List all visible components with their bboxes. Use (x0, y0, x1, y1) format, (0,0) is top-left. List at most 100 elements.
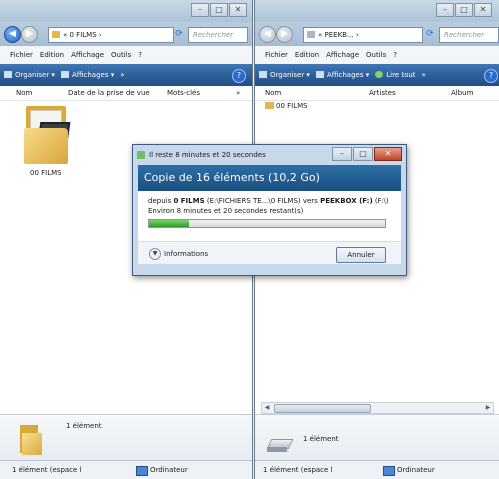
left-command-bar: Organiser ▾ Affichages ▾ » ? (0, 64, 252, 86)
minimize-icon[interactable]: – (436, 3, 454, 17)
address-text: « PEEKB... › (318, 31, 359, 39)
right-status-text: 1 élément (espace l (263, 466, 333, 474)
right-address-bar: ◀ ▶ « PEEKB... › ⟳ Rechercher (255, 22, 499, 46)
menu-fichier[interactable]: Fichier (10, 51, 33, 59)
menu-edition[interactable]: Edition (295, 51, 319, 59)
folder-icon (52, 31, 60, 38)
dialog-title: Il reste 8 minutes et 20 secondes (149, 151, 266, 159)
address-text: « 0 FILMS › (63, 31, 102, 39)
maximize-icon[interactable]: □ (210, 3, 228, 17)
column-album[interactable]: Album (451, 86, 473, 100)
organiser-button[interactable]: Organiser ▾ (259, 71, 310, 79)
organiser-button[interactable]: Organiser ▾ (4, 71, 55, 79)
cancel-button[interactable]: Annuler (336, 247, 386, 263)
left-status-location: Ordinateur (150, 466, 188, 474)
drive-icon (266, 439, 294, 453)
close-icon[interactable]: ✕ (374, 147, 402, 161)
menu-affichage[interactable]: Affichage (71, 51, 104, 59)
left-folder-label[interactable]: 00 FILMS (30, 169, 62, 177)
left-search-input[interactable]: Rechercher (188, 27, 248, 43)
refresh-icon[interactable]: ⟳ (172, 27, 186, 41)
maximize-icon[interactable]: □ (353, 147, 373, 161)
copy-progress-dialog: Il reste 8 minutes et 20 secondes – □ ✕ … (132, 144, 407, 276)
column-more[interactable]: » (236, 86, 240, 100)
copy-source-dest: depuis 0 FILMS (E:\FICHIERS TE...\0 FILM… (148, 197, 389, 205)
right-folder-label: 00 FILMS (276, 102, 308, 110)
from-label: depuis (148, 197, 172, 205)
folder-icon (20, 425, 42, 455)
menu-edition[interactable]: Edition (40, 51, 64, 59)
horizontal-scrollbar[interactable]: ◀ ▶ (261, 402, 494, 414)
computer-icon (136, 466, 148, 476)
play-all-label: Lire tout (386, 71, 416, 79)
more-commands-button[interactable]: » (120, 71, 124, 79)
right-column-header: Nom Artistes Album (255, 86, 499, 101)
left-menu-bar: Fichier Edition Affichage Outils ? (0, 46, 252, 65)
more-commands-button[interactable]: » (422, 71, 426, 79)
forward-arrow-icon[interactable]: ▶ (21, 26, 38, 43)
column-nom[interactable]: Nom (265, 86, 281, 100)
left-status-text: 1 élément (espace l (12, 466, 82, 474)
column-keywords[interactable]: Mots-clés (167, 86, 200, 100)
menu-help[interactable]: ? (393, 51, 397, 59)
left-status-bar: 1 élément (espace l Ordinateur (0, 460, 252, 479)
folder-icon (265, 102, 274, 109)
close-icon[interactable]: ✕ (474, 3, 492, 17)
back-arrow-icon[interactable]: ◀ (4, 26, 21, 43)
folder-large-icon[interactable] (24, 104, 71, 164)
minimize-icon[interactable]: – (332, 147, 352, 161)
play-all-button[interactable]: Lire tout (375, 71, 416, 79)
menu-outils[interactable]: Outils (366, 51, 386, 59)
right-details-pane: 1 élément (255, 414, 499, 461)
views-icon (60, 71, 69, 78)
right-address-field[interactable]: « PEEKB... › (303, 27, 423, 43)
destination-path: (F:\) (374, 197, 389, 205)
back-arrow-icon[interactable]: ◀ (259, 26, 276, 43)
menu-fichier[interactable]: Fichier (265, 51, 288, 59)
copy-progress-bar (148, 219, 386, 228)
left-title-bar[interactable]: – □ ✕ (0, 0, 252, 22)
affichages-button[interactable]: Affichages ▾ (315, 71, 370, 79)
right-status-bar: 1 élément (espace l Ordinateur (255, 460, 499, 479)
dialog-heading: Copie de 16 éléments (10,2 Go) (138, 165, 401, 191)
left-window-controls: – □ ✕ (190, 3, 247, 17)
help-icon[interactable]: ? (232, 69, 246, 83)
scrollbar-thumb[interactable] (274, 404, 371, 413)
menu-outils[interactable]: Outils (111, 51, 131, 59)
dialog-title-bar[interactable]: Il reste 8 minutes et 20 secondes – □ ✕ (133, 145, 406, 165)
left-address-field[interactable]: « 0 FILMS › (48, 27, 174, 43)
views-icon (315, 71, 324, 78)
minimize-icon[interactable]: – (191, 3, 209, 17)
affichages-button[interactable]: Affichages ▾ (60, 71, 114, 79)
play-icon (375, 71, 384, 78)
column-date[interactable]: Date de la prise de vue (68, 86, 150, 100)
menu-affichage[interactable]: Affichage (326, 51, 359, 59)
drive-icon (307, 31, 315, 38)
informations-toggle[interactable]: ▼ Informations (149, 248, 208, 260)
column-nom[interactable]: Nom (16, 86, 32, 100)
to-label: vers (302, 197, 318, 205)
right-menu-bar: Fichier Edition Affichage Outils ? (255, 46, 499, 65)
help-icon[interactable]: ? (484, 69, 498, 83)
source-path: (E:\FICHIERS TE...\0 FILMS) (206, 197, 301, 205)
left-item-count: 1 élément (66, 422, 102, 430)
maximize-icon[interactable]: □ (455, 3, 473, 17)
chevron-down-icon: ▼ (149, 248, 161, 260)
right-search-input[interactable]: Rechercher (439, 27, 499, 43)
informations-label: Informations (164, 250, 209, 258)
column-artistes[interactable]: Artistes (369, 86, 396, 100)
right-command-bar: Organiser ▾ Affichages ▾ Lire tout » ? (255, 64, 499, 86)
close-icon[interactable]: ✕ (229, 3, 247, 17)
refresh-icon[interactable]: ⟳ (423, 27, 437, 41)
forward-arrow-icon[interactable]: ▶ (276, 26, 293, 43)
scroll-left-icon[interactable]: ◀ (262, 403, 272, 413)
destination-name: PEEKBOX (F:) (320, 197, 373, 205)
scroll-right-icon[interactable]: ▶ (483, 403, 493, 413)
left-column-header: Nom Date de la prise de vue Mots-clés » (0, 86, 252, 101)
affichages-label: Affichages ▾ (326, 71, 370, 79)
right-title-bar[interactable]: – □ ✕ (255, 0, 499, 22)
right-item-count: 1 élément (303, 435, 339, 443)
list-item[interactable]: 00 FILMS (265, 102, 308, 110)
organize-icon (259, 71, 267, 78)
menu-help[interactable]: ? (138, 51, 142, 59)
